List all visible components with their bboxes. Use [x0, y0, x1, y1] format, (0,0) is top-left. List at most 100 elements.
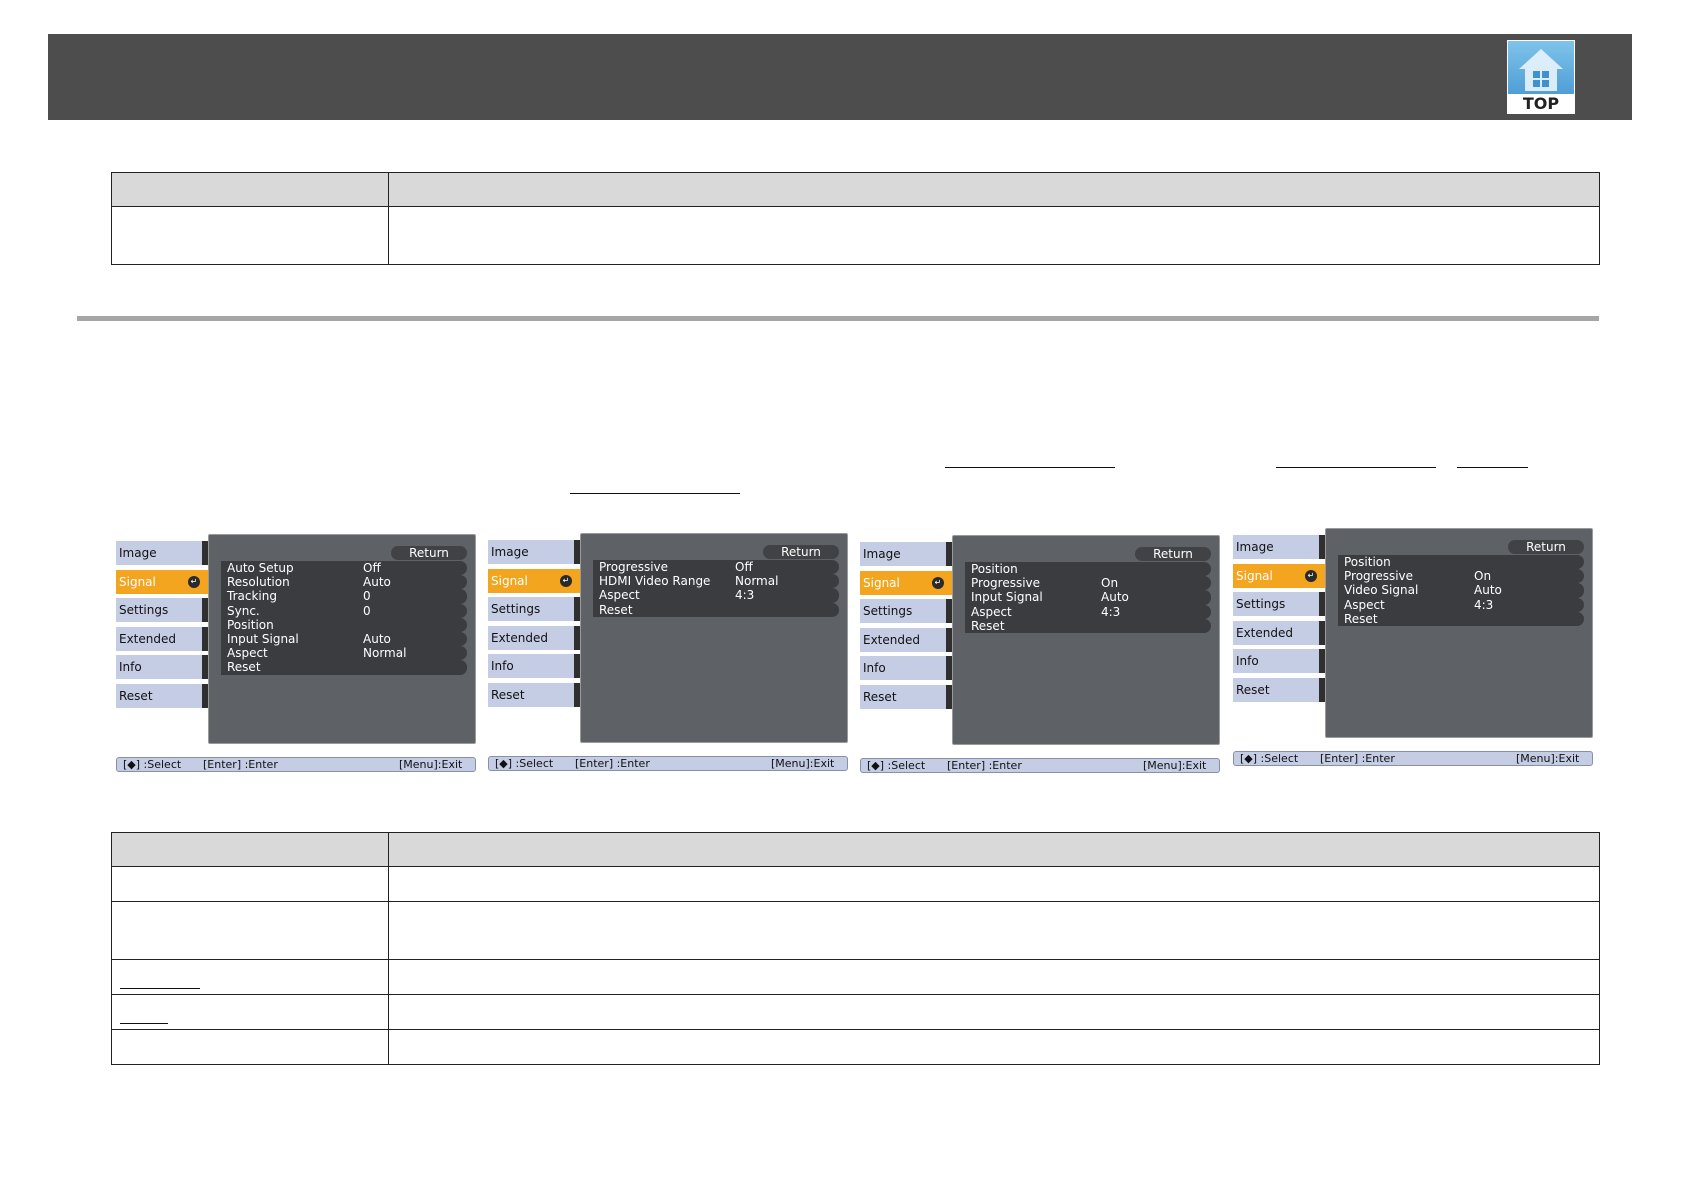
menu-item[interactable]: Tracking 0: [221, 589, 467, 604]
menu-tab-extended[interactable]: Extended: [116, 626, 208, 651]
menu-item[interactable]: Position: [965, 562, 1211, 577]
return-button[interactable]: Return: [1135, 547, 1211, 561]
table-row: [111, 959, 1600, 995]
link-underline[interactable]: [1276, 467, 1436, 468]
menu-item[interactable]: Aspect Normal: [221, 646, 467, 661]
menu-tab-extended[interactable]: Extended: [488, 625, 580, 650]
menu-tab-reset[interactable]: Reset: [1233, 677, 1325, 702]
menu-item[interactable]: Aspect 4:3: [965, 604, 1211, 619]
menu-item[interactable]: Position: [1338, 555, 1584, 570]
menu-tab-info[interactable]: Info: [860, 656, 952, 680]
menu-tab-label: Image: [491, 545, 529, 559]
top-link-button[interactable]: TOP: [1507, 40, 1575, 114]
menu-item[interactable]: HDMI Video Range Normal: [593, 574, 839, 589]
menu-item[interactable]: Sync. 0: [221, 603, 467, 618]
menu-tab-label: Extended: [119, 631, 176, 646]
menu-item[interactable]: Input Signal Auto: [965, 590, 1211, 605]
menu-item[interactable]: Position: [221, 617, 467, 632]
link-underline[interactable]: [120, 1022, 168, 1024]
table-cell: [111, 866, 389, 902]
table-row: [111, 994, 1600, 1030]
menu-item-value: Auto: [1101, 590, 1129, 605]
menu-item-list: Position Progressive On Video Signal Auto Asp…: [1338, 555, 1584, 626]
menu-item[interactable]: Resolution Auto: [221, 575, 467, 590]
menu-tab-image[interactable]: Image: [1233, 535, 1325, 559]
top-table: [111, 172, 1600, 265]
menu-item[interactable]: Aspect 4:3: [1338, 597, 1584, 612]
menu-item[interactable]: Video Signal Auto: [1338, 583, 1584, 598]
menu-item-label: Aspect: [599, 588, 640, 603]
return-button[interactable]: Return: [1508, 540, 1584, 554]
menu-tab-info[interactable]: Info: [116, 655, 208, 679]
menu-tab-settings[interactable]: Settings: [1233, 592, 1325, 616]
menu-tab-signal[interactable]: Signal ↵: [1233, 563, 1325, 588]
menu-tab-settings[interactable]: Settings: [488, 597, 580, 621]
menu-tab-extended[interactable]: Extended: [1233, 620, 1325, 645]
menu-status-bar: [◆] :Select [Enter] :Enter [Menu]:Exit: [116, 757, 476, 772]
menu-item[interactable]: Auto Setup Off: [221, 561, 467, 576]
status-enter-hint: [Enter] :Enter: [575, 757, 650, 770]
bottom-table: [111, 832, 1600, 1065]
menu-item[interactable]: Progressive On: [965, 576, 1211, 591]
menu-tab-settings[interactable]: Settings: [116, 598, 208, 622]
link-underline[interactable]: [945, 467, 1115, 468]
menu-tab-label: Extended: [1236, 625, 1293, 640]
menu-item[interactable]: Input Signal Auto: [221, 631, 467, 647]
menu-tab-reset[interactable]: Reset: [116, 683, 208, 708]
link-underline[interactable]: [120, 987, 200, 989]
menu-item[interactable]: Reset: [1338, 611, 1584, 626]
menu-tab-image[interactable]: Image: [860, 542, 952, 566]
menu-item[interactable]: Reset: [965, 618, 1211, 633]
menu-tab-signal[interactable]: Signal ↵: [488, 568, 580, 593]
table-header-cell: [388, 172, 1600, 207]
status-enter-hint: [Enter] :Enter: [1320, 752, 1395, 765]
menu-item[interactable]: Reset: [221, 660, 467, 675]
menu-tab-reset[interactable]: Reset: [860, 684, 952, 709]
menu-tab-extended[interactable]: Extended: [860, 627, 952, 652]
table-cell: [388, 866, 1600, 902]
menu-item-value: 0: [363, 589, 371, 604]
status-select-hint: [◆] :Select: [1240, 752, 1299, 765]
menu-item[interactable]: Aspect 4:3: [593, 588, 839, 603]
menu-tab-label: Image: [1236, 540, 1274, 554]
menu-tab-info[interactable]: Info: [488, 654, 580, 678]
link-underline[interactable]: [570, 493, 740, 494]
menu-tab-image[interactable]: Image: [488, 540, 580, 564]
menu-tab-signal[interactable]: Signal ↵: [860, 570, 952, 595]
menu-tab-label: Extended: [491, 630, 548, 645]
menu-tab-image[interactable]: Image: [116, 541, 208, 565]
enter-icon: ↵: [1305, 569, 1317, 582]
menu-item[interactable]: Progressive Off: [593, 560, 839, 575]
menu-tab-label: Info: [863, 661, 886, 675]
table-cell: [388, 1029, 1600, 1065]
menu-item-label: Sync.: [227, 603, 260, 618]
return-button[interactable]: Return: [763, 545, 839, 559]
menu-item-value: 4:3: [1101, 604, 1121, 619]
menu-tab-label: Extended: [863, 632, 920, 647]
menu-tab-label: Image: [119, 546, 157, 560]
menu-item-label: Position: [1344, 555, 1391, 569]
link-underline[interactable]: [1457, 467, 1528, 468]
menu-item-label: Auto Setup: [227, 561, 294, 575]
menu-tab-label: Settings: [491, 602, 541, 616]
menu-item-label: Progressive: [971, 576, 1041, 591]
menu-tab-signal[interactable]: Signal ↵: [116, 569, 208, 594]
menu-item-label: Resolution: [227, 575, 290, 590]
menu-tab-reset[interactable]: Reset: [488, 682, 580, 707]
menu-tab-info[interactable]: Info: [1233, 649, 1325, 673]
menu-panel: Return Auto Setup Off Resolution Auto Trackin…: [208, 534, 476, 744]
return-button[interactable]: Return: [391, 546, 467, 560]
menu-item-list: Position Progressive On Input Signal Auto Asp…: [965, 562, 1211, 633]
table-header-cell: [111, 832, 389, 867]
menu-tab-label: Info: [119, 660, 142, 674]
menu-item[interactable]: Progressive On: [1338, 569, 1584, 584]
menu-item-value: Auto: [1474, 583, 1502, 598]
menu-tab-settings[interactable]: Settings: [860, 599, 952, 623]
table-header-cell: [111, 172, 389, 207]
table-header-row: [111, 832, 1600, 867]
menu-item-label: Position: [971, 562, 1018, 576]
top-label: TOP: [1508, 94, 1574, 113]
enter-icon: ↵: [932, 576, 944, 589]
enter-icon: ↵: [188, 575, 200, 588]
menu-item[interactable]: Reset: [593, 602, 839, 617]
